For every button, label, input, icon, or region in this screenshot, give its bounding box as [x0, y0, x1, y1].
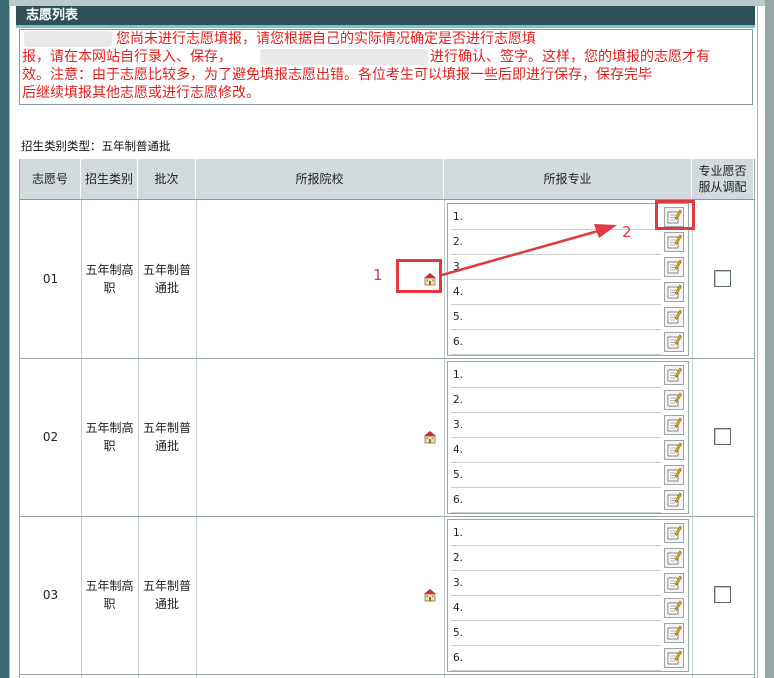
annotation-arrow: [441, 224, 617, 277]
